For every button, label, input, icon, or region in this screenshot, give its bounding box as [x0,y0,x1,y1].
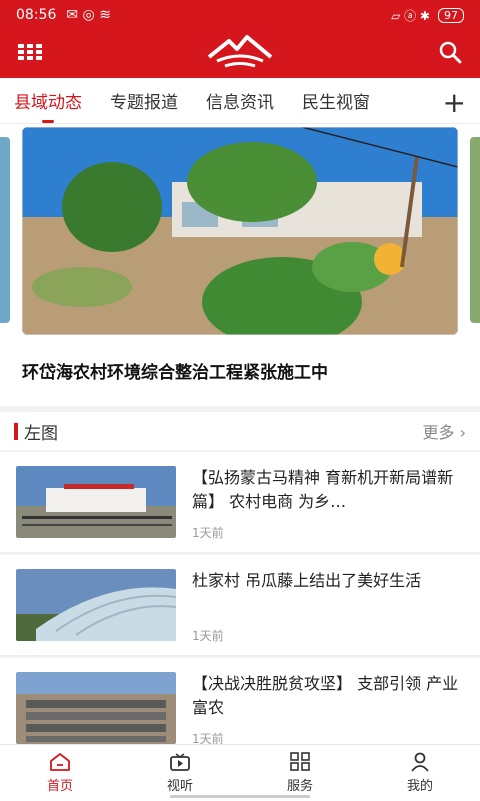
status-time: 08:56 [16,7,57,23]
hero-carousel[interactable]: 环岱海农村环境综合整治工程紧张施工中 [0,124,480,406]
carousel-prev-card[interactable] [0,137,10,323]
chevron-right-icon: › [459,423,466,442]
carousel-next-card[interactable] [470,137,480,323]
nav-home[interactable]: 首页 [0,745,120,801]
hero-image[interactable] [22,127,458,335]
video-icon [170,753,190,771]
app-bar [0,30,480,78]
news-item[interactable]: 【弘扬蒙古马精神 育新机开新局谱新篇】 农村电商 为乡… 1天前 [0,452,480,553]
battery-indicator: 97 [438,7,464,23]
nav-services-label: 服务 [286,779,313,794]
search-icon[interactable] [438,40,462,68]
nav-home-label: 首页 [46,779,73,794]
bottom-navigation: 首页 视听 服务 我的 [0,744,480,801]
news-title: 【决战决胜脱贫攻坚】 支部引领 产业富农 [192,674,459,717]
tab-special-reports[interactable]: 专题报道 [110,88,178,113]
tab-livelihood[interactable]: 民生视窗 [302,88,370,113]
gesture-bar[interactable] [170,795,310,798]
mountain-logo [205,33,275,75]
grid-icon [290,752,310,771]
news-thumbnail [16,569,176,641]
grid-menu-icon[interactable] [18,43,42,65]
news-time: 1天前 [192,526,224,540]
more-link[interactable]: 更多 › [422,419,466,443]
nav-services[interactable]: 服务 [240,745,360,801]
news-item[interactable]: 杜家村 吊瓜藤上结出了美好生活 1天前 [0,555,480,656]
news-time: 1天前 [192,629,224,643]
nav-profile[interactable]: 我的 [360,745,480,801]
section-header: 左图 更多 › [0,412,480,450]
signal-icons: ▱ ⓐ ✱ [391,8,430,23]
section-accent-bar [14,422,18,440]
notification-icons: ✉ ◎ ≋ [66,7,111,23]
nav-media-label: 视听 [166,779,193,794]
section-title: 左图 [24,423,58,444]
add-tab-icon[interactable]: + [443,86,466,119]
user-icon [411,752,429,772]
news-title: 【弘扬蒙古马精神 育新机开新局谱新篇】 农村电商 为乡… [192,468,454,511]
tab-county-news[interactable]: 县域动态 [14,88,82,123]
home-icon [50,753,70,771]
news-thumbnail [16,672,176,744]
news-title: 杜家村 吊瓜藤上结出了美好生活 [192,571,422,590]
tab-information[interactable]: 信息资讯 [206,88,274,113]
hero-title[interactable]: 环岱海农村环境综合整治工程紧张施工中 [22,358,328,383]
nav-media[interactable]: 视听 [120,745,240,801]
news-thumbnail [16,466,176,538]
category-tabs: 县域动态 专题报道 信息资讯 民生视窗 + [0,78,480,124]
nav-profile-label: 我的 [406,779,433,794]
status-bar: 08:56 ✉ ◎ ≋ ▱ ⓐ ✱ 97 [0,0,480,30]
